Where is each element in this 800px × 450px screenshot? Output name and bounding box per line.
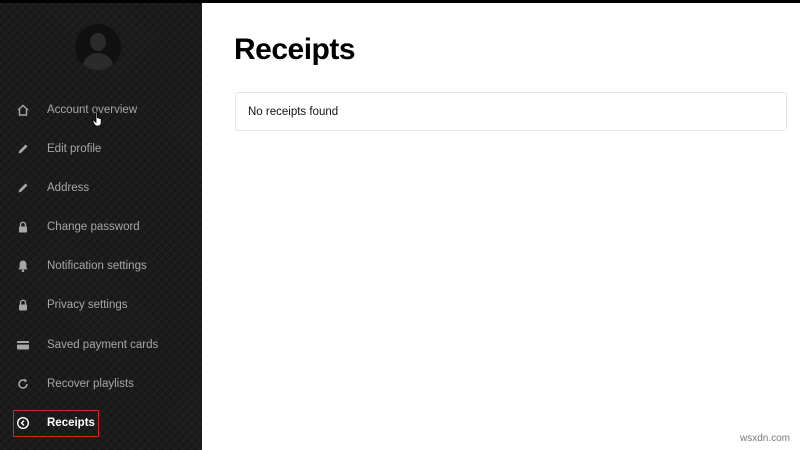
highlight-box — [13, 410, 99, 437]
sidebar-item-label: Change password — [47, 221, 140, 233]
avatar[interactable] — [75, 24, 121, 70]
pencil-icon — [15, 141, 31, 157]
sidebar-item-notification-settings[interactable]: Notification settings — [0, 251, 202, 281]
sidebar-item-edit-profile[interactable]: Edit profile — [0, 134, 202, 164]
refresh-icon — [15, 376, 31, 392]
sidebar-item-label: Address — [47, 182, 90, 194]
sidebar-item-recover-playlists[interactable]: Recover playlists — [0, 369, 202, 399]
page-title: Receipts — [234, 33, 356, 66]
sidebar-item-label: Notification settings — [47, 260, 147, 272]
app-window: Account overview Edit profile Address Ch… — [0, 0, 800, 450]
sidebar-item-change-password[interactable]: Change password — [0, 212, 202, 242]
watermark: wsxdn.com — [739, 433, 790, 444]
sidebar-item-label: Recover playlists — [47, 378, 134, 390]
lock-icon — [15, 219, 31, 235]
hand-cursor-icon — [92, 111, 104, 127]
home-icon — [15, 102, 31, 118]
lock-icon — [15, 297, 31, 313]
sidebar-item-address[interactable]: Address — [0, 173, 202, 203]
empty-state-message: No receipts found — [248, 106, 339, 118]
avatar-body — [83, 53, 113, 70]
sidebar-item-label: Saved payment cards — [47, 339, 159, 351]
empty-state-panel: No receipts found — [235, 92, 787, 131]
sidebar-item-saved-payment-cards[interactable]: Saved payment cards — [0, 330, 202, 360]
sidebar-item-privacy-settings[interactable]: Privacy settings — [0, 290, 202, 320]
pencil-icon — [15, 180, 31, 196]
main-content: Receipts No receipts found wsxdn.com — [202, 3, 800, 450]
bell-icon — [15, 258, 31, 274]
sidebar: Account overview Edit profile Address Ch… — [0, 3, 202, 450]
sidebar-item-label: Edit profile — [47, 143, 102, 155]
avatar-head — [90, 33, 106, 51]
sidebar-item-label: Privacy settings — [47, 299, 128, 311]
credit-card-icon — [15, 337, 31, 353]
